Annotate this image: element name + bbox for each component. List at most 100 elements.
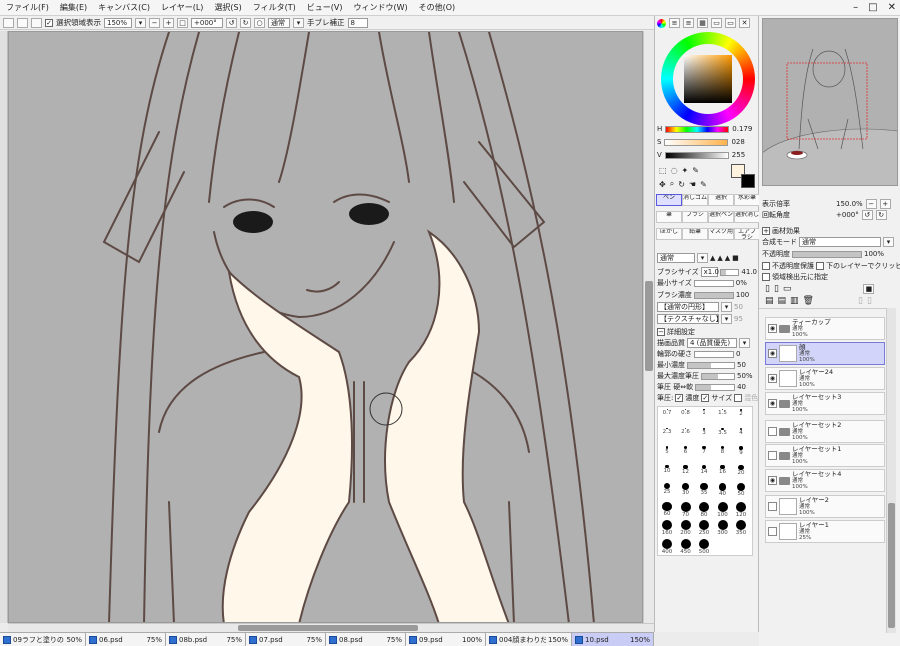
brush-size-preset[interactable]: 400 [658,538,676,555]
detail-settings-row[interactable]: − 詳細設定 [657,327,695,337]
max-density-slider[interactable] [701,372,735,380]
deselect-button[interactable] [3,17,14,28]
tool-3[interactable]: 水彩筆 [734,194,760,206]
layer-visibility-icon[interactable]: ◉ [768,324,777,333]
brush-size-preset[interactable]: 40 [714,483,732,498]
layer-opacity-slider[interactable] [792,250,862,258]
selection-source-checkbox[interactable] [762,273,770,281]
menu-item-4[interactable]: 選択(S) [214,2,241,13]
brush-size-preset[interactable]: 0.7 [658,409,676,424]
brush-size-preset[interactable]: 300 [714,520,732,536]
delete-layer-icon[interactable]: 🗑 [803,296,814,306]
quality-select[interactable]: 4 (品質優先) [687,338,737,348]
tool-5[interactable]: ブラシ [682,211,708,223]
selection-display-checkbox[interactable]: ✓ [45,18,53,27]
tool-1[interactable]: 消しゴム [682,194,708,206]
layer-visibility-icon[interactable]: ◉ [768,349,777,358]
new-folder-icon[interactable]: ▭ [783,284,792,294]
brush-size-preset[interactable]: 120 [732,501,750,518]
brush-size-preset[interactable]: 0.8 [677,409,695,424]
brush-size-preset[interactable]: 450 [677,538,695,555]
saturation-value-square[interactable] [684,55,732,103]
document-tab[interactable]: 09.psd 100% [406,633,486,646]
clipping-checkbox[interactable] [816,262,824,270]
zoom-in-button[interactable]: + [163,17,174,28]
rect-select-icon[interactable]: ⬚ [659,166,667,175]
layer-visibility-icon[interactable]: ◉ [768,374,777,383]
layer-row[interactable]: ◉ 顔通常 100% [765,342,885,365]
rgb-tab-icon[interactable]: ≡ [669,18,680,28]
nav-zoom-in-button[interactable]: + [879,199,891,209]
clear-layer-icon[interactable]: ▥ [790,296,799,306]
brush-size-preset[interactable]: 2.6 [677,427,695,443]
pressure-slider[interactable] [695,383,736,391]
hardness-slider[interactable] [694,350,734,358]
tool-9[interactable]: 鉛筆 [682,228,708,240]
brush-size-preset[interactable]: 2 [732,409,750,424]
nav-zoom-out-button[interactable]: − [865,199,877,209]
brush-size-preset[interactable]: 7 [695,446,713,461]
zoom-select[interactable]: 150% [104,17,132,28]
brush-size-preset[interactable]: 80 [695,501,713,518]
brush-size-preset[interactable]: 30 [677,483,695,498]
brush-size-preset[interactable]: 8 [714,446,732,461]
layer-row[interactable]: レイヤー1 通常 25% [765,520,885,543]
maximize-button[interactable]: □ [868,2,877,13]
menu-item-7[interactable]: ウィンドウ(W) [353,2,407,13]
tool-2[interactable]: 選択 [708,194,734,206]
brush-shape-icon-2[interactable]: ▲ [717,254,722,262]
brush-size-preset[interactable]: 60 [658,501,676,517]
brush-size-preset[interactable]: 6 [677,446,695,461]
brush-size-preset[interactable]: 100 [714,501,732,518]
hsv-tab-icon[interactable]: ≡ [683,18,694,28]
protect-opacity-checkbox[interactable] [762,262,770,270]
layer-scroll-thumb[interactable] [888,503,895,628]
document-tab[interactable]: 08b.psd 75% [166,633,246,646]
brush-size-preset[interactable]: 70 [677,501,695,518]
close-color-tab-icon[interactable]: ✕ [739,18,750,28]
tool-11[interactable]: エアブラシ [734,228,760,240]
merge-down-icon[interactable]: ▤ [778,296,787,306]
nav-rotate-left-button[interactable]: ↺ [861,210,873,220]
lasso-icon[interactable]: ◌ [671,166,678,175]
layer-row[interactable]: ◉ レイヤーセット3 通常 100% [765,392,885,415]
brush-size-preset[interactable]: 14 [695,464,713,480]
blend-mode-dropdown[interactable]: ▾ [883,237,894,247]
layer-row[interactable]: ◉ ティーカップ 通常 100% [765,317,885,340]
menu-item-2[interactable]: キャンバス(C) [98,2,150,13]
tool-8[interactable]: ぼかし [656,228,682,240]
layer-visibility-icon[interactable]: ◉ [768,476,777,485]
minimize-button[interactable]: – [853,2,858,13]
hand-icon[interactable]: ☚ [689,180,696,189]
layer-visibility-icon[interactable]: ◉ [768,399,777,408]
layer-row[interactable]: ◉ レイヤー24 通常 100% [765,367,885,390]
document-tab[interactable]: 09ラフと塗りのレ...50% [0,633,86,646]
layer-row[interactable]: レイヤーセット2 通常 100% [765,420,885,443]
detail-toggle-icon[interactable]: − [657,328,665,336]
zoom-out-button[interactable]: − [149,17,160,28]
layer-panel-toggle-icon[interactable]: ■ [863,284,875,294]
brush-shape-dropdown[interactable]: ▾ [721,302,732,312]
tool-7[interactable]: 選択消し [734,211,760,223]
brush-texture-select[interactable]: 【テクスチャなし】 [657,314,723,324]
quality-dropdown[interactable]: ▾ [739,338,750,348]
min-density-slider[interactable] [687,361,735,369]
brush-size-preset[interactable]: 20 [732,464,750,480]
color-wheel[interactable] [661,32,755,126]
scratchpad-tab-icon[interactable]: ▭ [711,18,722,28]
brush-size-preset[interactable]: 2.3 [658,427,676,443]
brush-size-preset[interactable]: 50 [732,483,750,498]
canvas[interactable] [8,31,643,623]
brush-size-preset[interactable]: 1.5 [714,409,732,424]
menu-item-1[interactable]: 編集(E) [60,2,87,13]
copy-layer-icon[interactable]: ▤ [765,296,774,306]
new-layer-icon[interactable]: ▯ [765,284,770,294]
layer-visibility-icon[interactable] [768,427,777,436]
brush-size-preset[interactable]: 10 [658,464,676,480]
menu-item-8[interactable]: その他(O) [419,2,456,13]
brush-size-preset[interactable]: 500 [695,538,713,555]
navigator-preview[interactable] [762,18,898,186]
vertical-scroll-thumb[interactable] [645,281,653,371]
zoom-dropdown-button[interactable]: ▾ [135,17,146,28]
pipette-icon[interactable]: ✎ [700,180,707,189]
